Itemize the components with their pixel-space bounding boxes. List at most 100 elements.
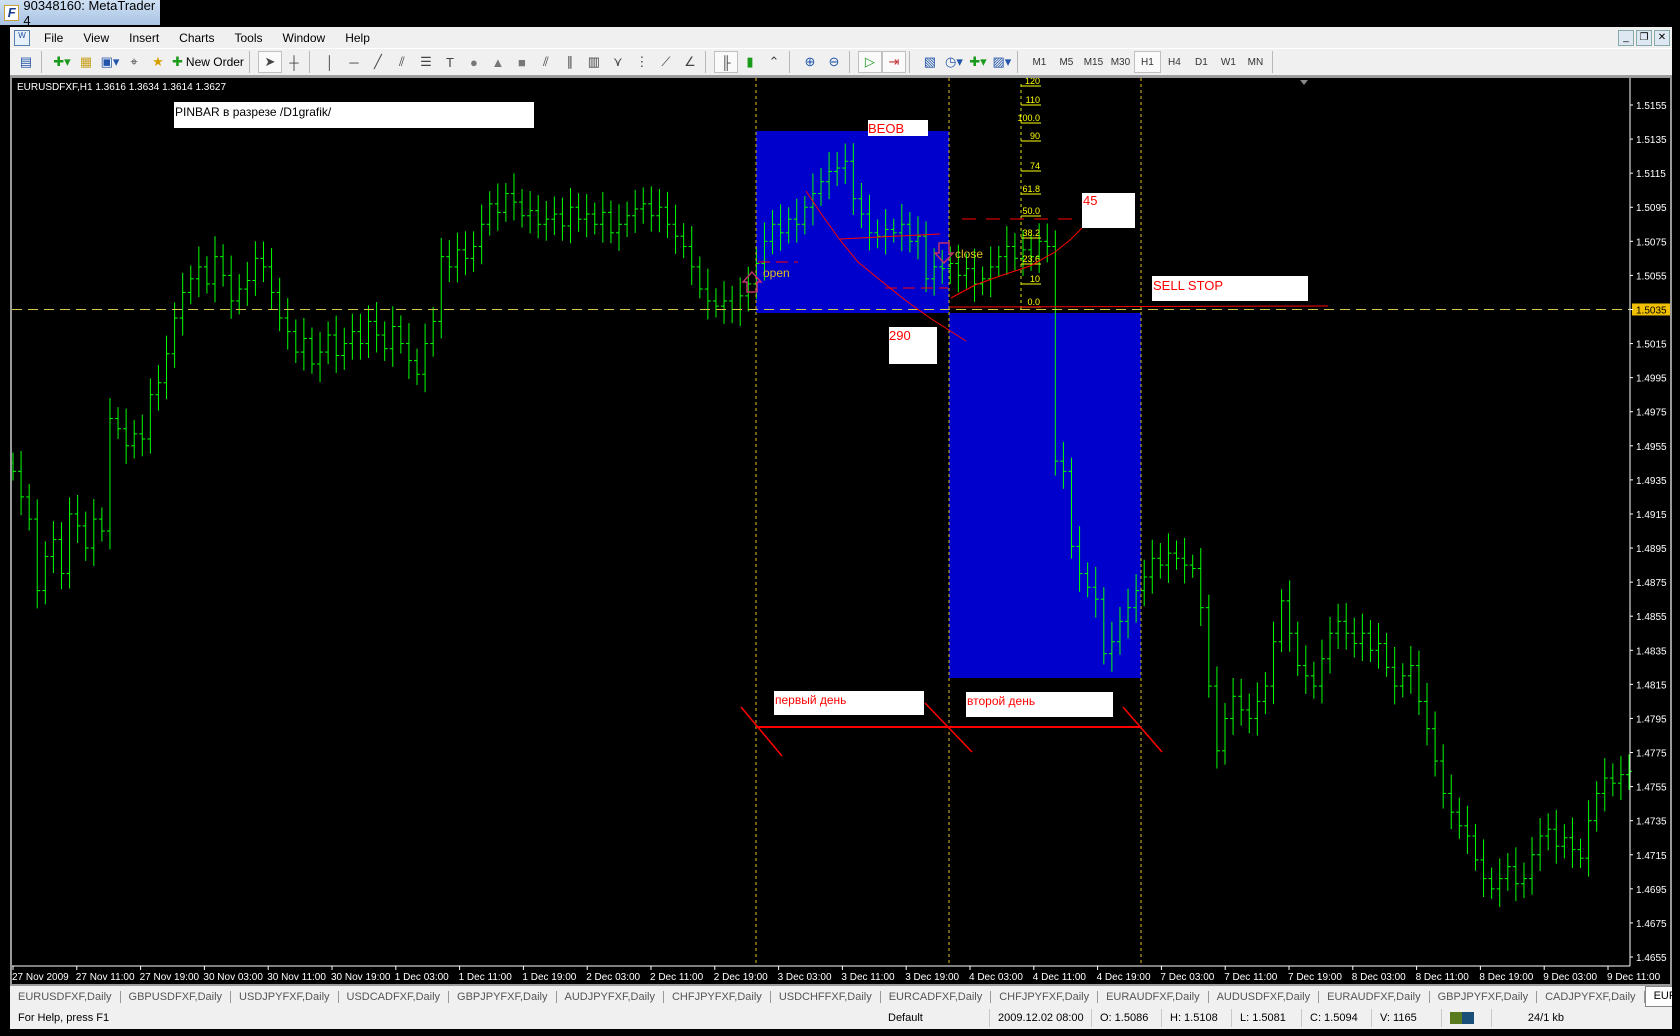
- price-tick-label: 1.4735: [1636, 817, 1667, 828]
- chart-tab[interactable]: USDJPYFXF,Daily: [231, 990, 339, 1003]
- fibonacci-channel-icon[interactable]: ⫽: [534, 51, 558, 73]
- time-tick-label: 30 Nov 19:00: [331, 972, 391, 983]
- chart-tab[interactable]: CADJPYFXF,Daily: [1537, 990, 1645, 1003]
- zoom-in-icon[interactable]: ⊕: [798, 51, 822, 73]
- time-tick-label: 2 Dec 11:00: [650, 972, 704, 983]
- chart-tab[interactable]: AUDJPYFXF,Daily: [557, 990, 664, 1003]
- fibo-level-label: 23.6: [1022, 254, 1040, 264]
- timeframe-h4[interactable]: H4: [1161, 51, 1188, 73]
- price-tick-label: 1.4995: [1636, 374, 1667, 385]
- price-tick-label: 1.5055: [1636, 271, 1667, 282]
- gann-grid-icon[interactable]: ▥: [582, 51, 606, 73]
- time-tick-label: 8 Dec 11:00: [1416, 972, 1470, 983]
- angle-icon[interactable]: ∠: [678, 51, 702, 73]
- chart-tab[interactable]: EURAUDFXF,Daily: [1319, 990, 1430, 1003]
- status-datetime: 2009.12.02 08:00: [990, 1009, 1092, 1027]
- line-chart-icon[interactable]: ⌃: [762, 51, 786, 73]
- close-icon[interactable]: ✕: [1654, 29, 1670, 46]
- ellipse-icon[interactable]: ●: [462, 51, 486, 73]
- bar-chart-icon[interactable]: ╟: [713, 51, 738, 73]
- rectangle-icon[interactable]: ■: [510, 51, 534, 73]
- chart-window-icon[interactable]: W: [14, 29, 30, 46]
- menu-insert[interactable]: Insert: [119, 31, 169, 45]
- chart-window[interactable]: 120 110 100.0 90 74 61.8 50.0 38.2 23.6 10 0.0 PINB…: [10, 76, 1672, 986]
- chart-tab[interactable]: EURCADFXF,Daily: [881, 990, 992, 1003]
- chart-tab[interactable]: EURUSDFXF,Daily: [10, 990, 121, 1003]
- menu-view[interactable]: View: [73, 31, 119, 45]
- timeframe-m15[interactable]: M15: [1080, 51, 1107, 73]
- chart-tab[interactable]: GBPUSDFXF,Daily: [121, 990, 232, 1003]
- time-tick-label: 1 Dec 03:00: [395, 972, 449, 983]
- templates-add-icon[interactable]: ✚▾: [966, 51, 990, 73]
- fibonacci-fan-icon[interactable]: ⋎: [606, 51, 630, 73]
- price-chart[interactable]: 120110100.0907461.850.038.223.6100.0PINB…: [12, 78, 1670, 984]
- timeframe-m1[interactable]: M1: [1026, 51, 1053, 73]
- chart-tab[interactable]: CHFJPYFXF,Daily: [664, 990, 771, 1003]
- status-bar: For Help, press F1 Default 2009.12.02 08…: [10, 1007, 1672, 1029]
- regression-channel-icon[interactable]: ∥: [558, 51, 582, 73]
- fibonacci-timezones-icon[interactable]: ⋮: [630, 51, 654, 73]
- menu-charts[interactable]: Charts: [169, 31, 224, 45]
- new-order-button[interactable]: ✚ New Order: [170, 51, 246, 73]
- trendline-icon[interactable]: ╱: [366, 51, 390, 73]
- menu-tools[interactable]: Tools: [225, 31, 273, 45]
- timeframe-m5[interactable]: M5: [1053, 51, 1080, 73]
- market-watch-icon[interactable]: ▤: [14, 51, 38, 73]
- auto-scroll-icon[interactable]: ▷: [857, 51, 882, 73]
- periods-icon[interactable]: ◷▾: [942, 51, 966, 73]
- restore-icon[interactable]: ❐: [1636, 29, 1652, 46]
- horizontal-line-icon[interactable]: ─: [342, 51, 366, 73]
- menu-file[interactable]: File: [34, 31, 73, 45]
- vertical-line-icon[interactable]: │: [318, 51, 342, 73]
- time-tick-label: 3 Dec 11:00: [841, 972, 895, 983]
- templates-icon[interactable]: ▣▾: [98, 51, 122, 73]
- triangle-icon[interactable]: ▲: [486, 51, 510, 73]
- timeframe-w1[interactable]: W1: [1215, 51, 1242, 73]
- separator: [788, 51, 795, 73]
- time-tick-label: 4 Dec 03:00: [969, 972, 1023, 983]
- chart-properties-icon[interactable]: ▨▾: [990, 51, 1014, 73]
- fibo-level-label: 100.0: [1017, 113, 1040, 123]
- favorites-icon[interactable]: ★: [146, 51, 170, 73]
- timeframe-h1[interactable]: H1: [1133, 51, 1161, 73]
- zoom-out-icon[interactable]: ⊖: [822, 51, 846, 73]
- time-tick-label: 30 Nov 11:00: [267, 972, 326, 983]
- minimize-icon[interactable]: _: [1618, 29, 1634, 46]
- equidistant-channel-icon[interactable]: ⫽: [390, 51, 414, 73]
- fibonacci-retracement-icon[interactable]: ☰: [414, 51, 438, 73]
- indicators-icon[interactable]: ▧: [918, 51, 942, 73]
- cursor-icon[interactable]: ➤: [257, 51, 282, 73]
- time-tick-label: 7 Dec 11:00: [1224, 972, 1278, 983]
- chart-tab[interactable]: GBPJPYFXF,Daily: [1430, 990, 1538, 1003]
- chart-tab[interactable]: CHFJPYFXF,Daily: [991, 990, 1099, 1003]
- chart-tab[interactable]: USDCHFFXF,Daily: [771, 990, 881, 1003]
- menu-help[interactable]: Help: [335, 31, 380, 45]
- timeframe-mn[interactable]: MN: [1242, 51, 1269, 73]
- chart-tab[interactable]: AUDUSDFXF,Daily: [1209, 990, 1320, 1003]
- price-tick-label: 1.4835: [1636, 646, 1667, 657]
- value-45-label: 45: [1083, 193, 1097, 208]
- chart-tab[interactable]: EURU: [1644, 986, 1672, 1007]
- profiles-icon[interactable]: ▦: [74, 51, 98, 73]
- fibo-level-label: 110: [1026, 95, 1040, 105]
- chart-tab[interactable]: USDCADFXF,Daily: [339, 990, 450, 1003]
- price-tick-label: 1.5135: [1636, 135, 1667, 146]
- gann-fan-icon[interactable]: ⟋: [654, 51, 678, 73]
- time-tick-label: 8 Dec 03:00: [1352, 972, 1406, 983]
- new-chart-icon[interactable]: ✚▾: [50, 51, 74, 73]
- crosshair-navigator-icon[interactable]: ⌖: [122, 51, 146, 73]
- connection-status-icon[interactable]: [1442, 1009, 1492, 1027]
- chart-shift-icon[interactable]: ⇥: [881, 51, 906, 73]
- crosshair-icon[interactable]: ┼: [282, 51, 306, 73]
- time-tick-label: 2 Dec 03:00: [586, 972, 640, 983]
- price-tick-label: 1.5155: [1636, 101, 1667, 112]
- open-label: open: [763, 266, 790, 280]
- text-icon[interactable]: T: [438, 51, 462, 73]
- red-trend-curve-up: [950, 227, 1083, 299]
- candlestick-icon[interactable]: ▮: [738, 51, 762, 73]
- chart-tab[interactable]: EURAUDFXF,Daily: [1098, 990, 1209, 1003]
- menu-window[interactable]: Window: [273, 31, 336, 45]
- timeframe-d1[interactable]: D1: [1188, 51, 1215, 73]
- chart-tab[interactable]: GBPJPYFXF,Daily: [449, 990, 557, 1003]
- timeframe-m30[interactable]: M30: [1107, 51, 1134, 73]
